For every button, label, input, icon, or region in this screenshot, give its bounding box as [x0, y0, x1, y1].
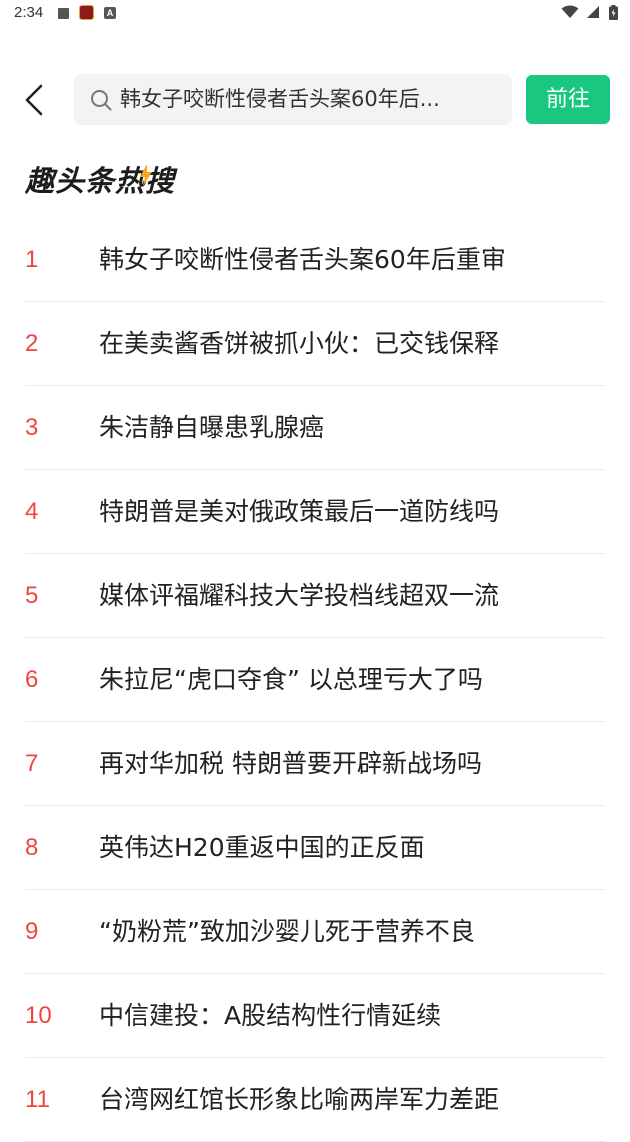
- hot-search-title: 台湾网红馆长形象比喻两岸军力差距: [99, 1085, 500, 1114]
- hot-search-item[interactable]: 10 中信建投：A股结构性行情延续: [25, 974, 605, 1058]
- search-icon: [91, 90, 112, 111]
- hot-search-title: 媒体评福耀科技大学投档线超双一流: [99, 581, 500, 610]
- hot-search-item[interactable]: 1 韩女子咬断性侵者舌头案60年后重审: [25, 218, 605, 302]
- hot-search-item[interactable]: 2 在美卖酱香饼被抓小伙：已交钱保释: [25, 302, 605, 386]
- hot-search-item[interactable]: 5 媒体评福耀科技大学投档线超双一流: [25, 554, 605, 638]
- status-bar: 2:34 A: [0, 0, 630, 28]
- hot-search-rank: 9: [25, 918, 39, 945]
- wifi-icon: [561, 5, 579, 18]
- search-input[interactable]: 韩女子咬断性侵者舌头案60年后...: [74, 74, 512, 125]
- hot-search-item[interactable]: 4 特朗普是美对俄政策最后一道防线吗: [25, 470, 605, 554]
- hot-search-title: 朱拉尼“虎口夺食” 以总理亏大了吗: [99, 665, 483, 694]
- search-query-text: 韩女子咬断性侵者舌头案60年后...: [120, 87, 440, 111]
- hot-search-title: 韩女子咬断性侵者舌头案60年后重审: [99, 245, 506, 274]
- hot-search-rank: 10: [25, 1002, 52, 1029]
- hot-search-title: 朱洁静自曝患乳腺癌: [99, 413, 325, 442]
- hot-search-rank: 7: [25, 750, 39, 777]
- signal-icon: [586, 6, 599, 18]
- hot-search-rank: 6: [25, 666, 39, 693]
- hot-search-list: 1 韩女子咬断性侵者舌头案60年后重审 2 在美卖酱香饼被抓小伙：已交钱保释 3 朱洁静自…: [25, 218, 605, 1142]
- battery-icon: [609, 5, 618, 20]
- hot-search-rank: 3: [25, 414, 39, 441]
- status-time: 2:34: [14, 4, 44, 21]
- hot-search-rank: 8: [25, 834, 39, 861]
- section-title: 趣头条热搜: [25, 160, 175, 202]
- stop-icon: [58, 8, 69, 19]
- app-notification-icon: [79, 5, 94, 20]
- status-right-icons: [561, 5, 618, 21]
- hot-search-rank: 5: [25, 582, 39, 609]
- hot-search-rank: 4: [25, 498, 39, 525]
- hot-search-item[interactable]: 3 朱洁静自曝患乳腺癌: [25, 386, 605, 470]
- hot-search-title: 特朗普是美对俄政策最后一道防线吗: [99, 497, 500, 526]
- go-button[interactable]: 前往: [526, 75, 610, 124]
- hot-search-item[interactable]: 7 再对华加税 特朗普要开辟新战场吗: [25, 722, 605, 806]
- back-button[interactable]: [12, 78, 56, 122]
- hot-search-item[interactable]: 11 台湾网红馆长形象比喻两岸军力差距: [25, 1058, 605, 1142]
- hot-search-title: 英伟达H20重返中国的正反面: [99, 833, 425, 862]
- hot-search-rank: 1: [25, 246, 39, 273]
- chevron-left-icon: [25, 84, 43, 116]
- hot-search-rank: 2: [25, 330, 39, 357]
- hot-search-title: 中信建投：A股结构性行情延续: [99, 1001, 442, 1030]
- hot-search-title: 再对华加税 特朗普要开辟新战场吗: [99, 749, 482, 778]
- hot-search-rank: 11: [25, 1086, 50, 1113]
- flame-icon: [140, 164, 152, 186]
- hot-search-item[interactable]: 9 “奶粉荒”致加沙婴儿死于营养不良: [25, 890, 605, 974]
- hot-search-title: “奶粉荒”致加沙婴儿死于营养不良: [99, 917, 475, 946]
- accessibility-a-icon: A: [104, 7, 116, 19]
- hot-search-item[interactable]: 6 朱拉尼“虎口夺食” 以总理亏大了吗: [25, 638, 605, 722]
- hot-search-item[interactable]: 8 英伟达H20重返中国的正反面: [25, 806, 605, 890]
- hot-search-title: 在美卖酱香饼被抓小伙：已交钱保释: [99, 329, 500, 358]
